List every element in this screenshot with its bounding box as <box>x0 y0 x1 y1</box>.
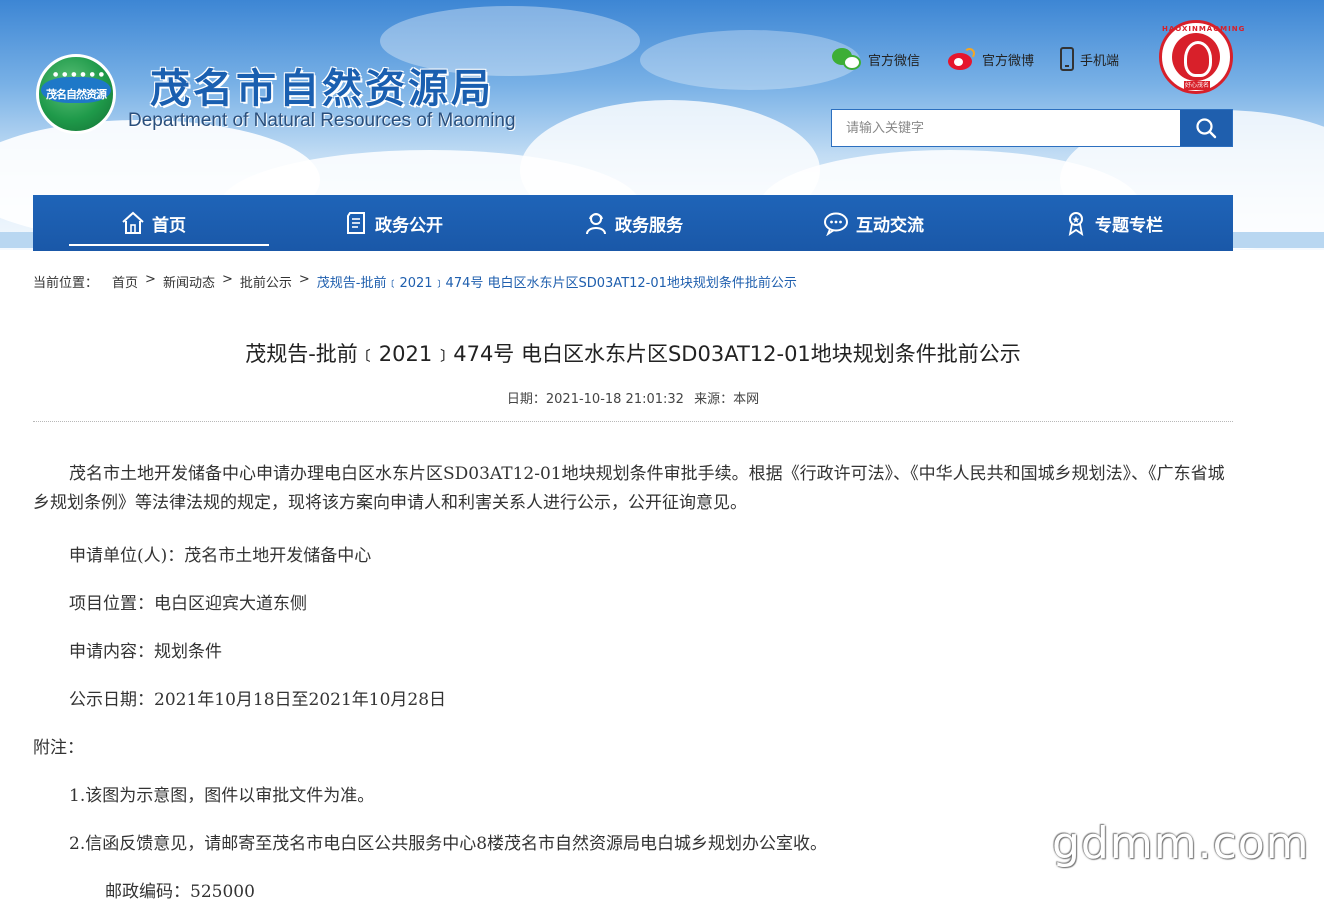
site-subtitle: Department of Natural Resources of Maomi… <box>128 110 516 131</box>
cloud-decoration <box>640 30 860 90</box>
home-icon <box>122 211 144 234</box>
nav-interaction-label: 互动交流 <box>856 215 924 236</box>
article-paragraph: 1.该图为示意图，图件以审批文件为准。 <box>69 786 375 806</box>
article-paragraph: 茂名市土地开发储备中心申请办理电白区水东片区SD03AT12-01地块规划条件审… <box>33 464 1225 513</box>
nav-special-topics[interactable]: 专题专栏 <box>993 195 1233 251</box>
article-paragraph: 项目位置：电白区迎宾大道东侧 <box>69 594 307 614</box>
breadcrumb-item-news[interactable]: 新闻动态 <box>163 272 215 291</box>
breadcrumb-separator: > <box>298 272 310 287</box>
search-button[interactable] <box>1180 110 1232 146</box>
emblem-text: 茂名自然资源 <box>46 88 107 101</box>
mobile-phone-icon <box>1060 47 1075 71</box>
seal-tag: 好心茂名 <box>1184 81 1210 90</box>
haoxin-maoming-seal[interactable]: HAOXINMAOMING 好心茂名 <box>1159 20 1246 94</box>
breadcrumb: 当前位置： 首页 > 新闻动态 > 批前公示 > 茂规告-批前﹝2021﹞474… <box>33 272 797 291</box>
official-wechat-link[interactable]: 官方微信 <box>832 46 920 72</box>
breadcrumb-item-home[interactable]: 首页 <box>112 272 138 291</box>
mobile-site-link[interactable]: 手机端 <box>1060 47 1119 71</box>
official-weibo-link[interactable]: 官方微博 <box>946 47 1034 71</box>
article-paragraph: 申请内容：规划条件 <box>69 642 222 662</box>
search-icon <box>1196 118 1217 139</box>
main-nav: 首页 政务公开 政务服务 互动交流 专题专栏 <box>33 195 1233 251</box>
seal-symbol-icon <box>1172 33 1220 81</box>
ribbon-icon <box>1068 212 1084 236</box>
nav-government-services-label: 政务服务 <box>615 215 683 236</box>
breadcrumb-separator: > <box>221 272 233 287</box>
official-wechat-label: 官方微信 <box>868 53 921 69</box>
search-input[interactable] <box>832 110 1180 146</box>
seal-ring-text: HAOXINMAOMING <box>1162 25 1246 33</box>
top-links: 官方微信 官方微博 手机端 <box>832 44 1145 74</box>
weibo-icon <box>946 47 976 71</box>
nav-home[interactable]: 首页 <box>33 195 273 251</box>
article-paragraph: 2.信函反馈意见，请邮寄至茂名市电白区公共服务中心8楼茂名市自然资源局电白城乡规… <box>69 834 828 854</box>
breadcrumb-current[interactable]: 茂规告-批前﹝2021﹞474号 电白区水东片区SD03AT12-01地块规划条… <box>317 272 797 291</box>
site-watermark: gdmm.com <box>1052 818 1310 869</box>
nav-government-affairs-label: 政务公开 <box>375 215 443 236</box>
breadcrumb-item-pre-approval[interactable]: 批前公示 <box>240 272 292 291</box>
official-weibo-label: 官方微博 <box>982 53 1035 69</box>
nav-special-topics-label: 专题专栏 <box>1095 215 1163 236</box>
site-title[interactable]: 茂名市自然资源局 <box>150 56 494 114</box>
nav-home-label: 首页 <box>152 215 186 236</box>
article-paragraph: 附注： <box>33 738 84 758</box>
nav-government-affairs[interactable]: 政务公开 <box>273 195 513 251</box>
search-box <box>831 109 1233 147</box>
article-title: 茂规告-批前﹝2021﹞474号 电白区水东片区SD03AT12-01地块规划条… <box>245 342 1021 366</box>
nav-interaction[interactable]: 互动交流 <box>753 195 993 251</box>
article-meta: 日期：2021-10-18 21:01:32 来源：本网 <box>33 388 1233 407</box>
article-paragraph: 邮政编码：525000 <box>105 882 255 902</box>
document-icon <box>347 212 365 234</box>
nav-government-services[interactable]: 政务服务 <box>513 195 753 251</box>
chat-bubble-icon <box>824 212 848 236</box>
breadcrumb-separator: > <box>145 272 156 287</box>
article-divider <box>33 421 1233 422</box>
site-logo-emblem[interactable]: ● ● ● ● ● ● ● 茂名自然资源 <box>36 54 116 134</box>
service-person-icon <box>586 213 606 235</box>
article-date: 日期：2021-10-18 21:01:32 <box>506 392 684 407</box>
breadcrumb-lead: 当前位置： <box>33 276 99 291</box>
article-source: 来源：本网 <box>694 392 760 407</box>
mobile-site-label: 手机端 <box>1080 53 1120 69</box>
article-paragraph: 公示日期：2021年10月18日至2021年10月28日 <box>69 690 447 710</box>
wechat-icon <box>832 46 862 72</box>
article-paragraph: 申请单位(人)：茂名市土地开发储备中心 <box>69 546 372 566</box>
